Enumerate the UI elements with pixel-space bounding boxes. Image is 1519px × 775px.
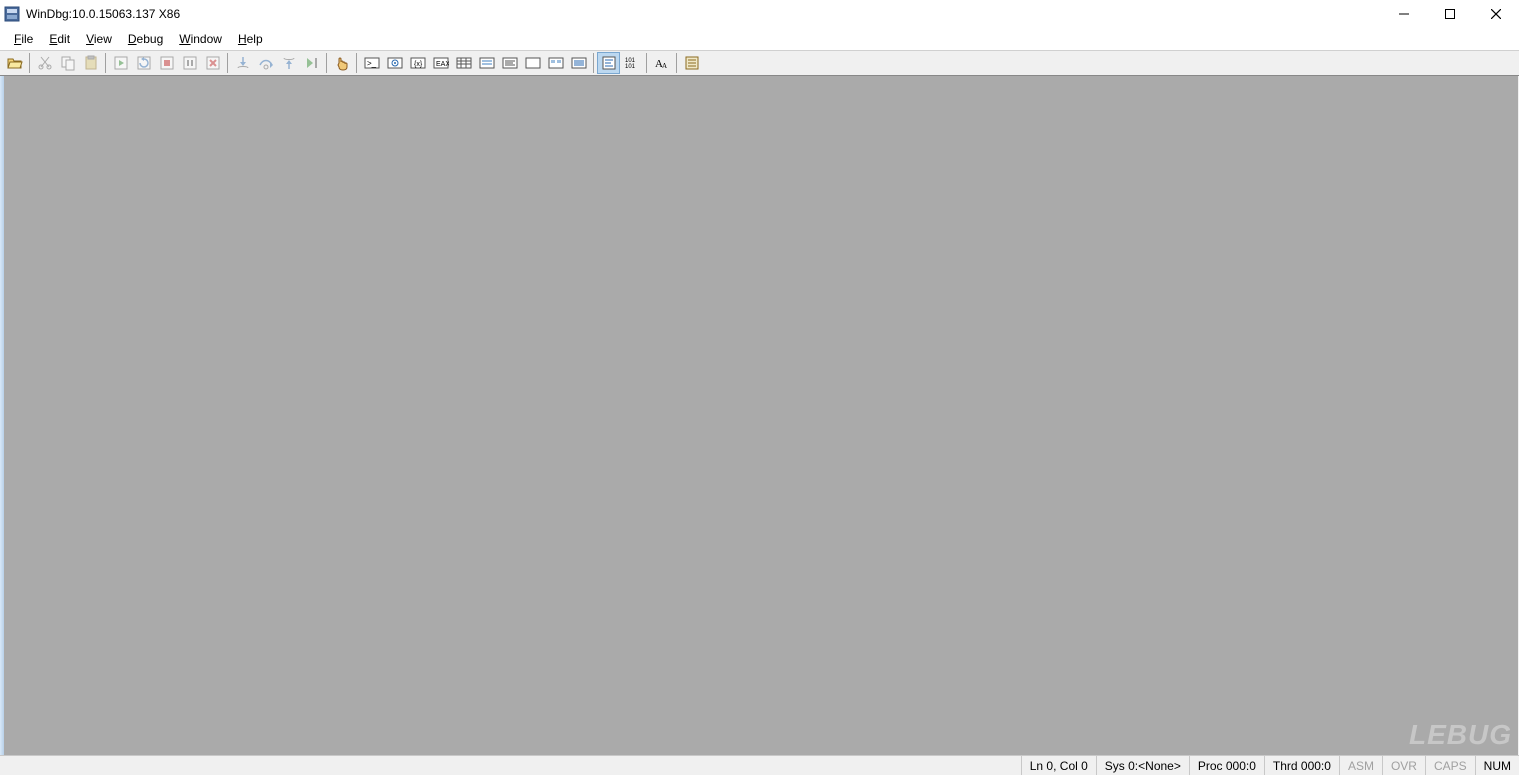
restart-icon	[136, 55, 152, 71]
options-button[interactable]	[680, 52, 703, 74]
cut-button	[33, 52, 56, 74]
step-out-icon	[281, 55, 297, 71]
watermark-text: LEBUG	[1409, 719, 1512, 751]
toolbar-separator	[105, 53, 106, 73]
go-icon	[113, 55, 129, 71]
status-sys[interactable]: Sys 0:<None>	[1096, 756, 1189, 775]
disassembly-window-button[interactable]	[498, 52, 521, 74]
source-mode-button[interactable]	[597, 52, 620, 74]
break-button	[178, 52, 201, 74]
step-out-button	[277, 52, 300, 74]
toolbar-separator	[227, 53, 228, 73]
menu-window[interactable]: Window	[171, 30, 230, 48]
svg-text:EAX: EAX	[436, 61, 449, 68]
open-button[interactable]	[3, 52, 26, 74]
copy-button	[56, 52, 79, 74]
stop-debug-icon	[159, 55, 175, 71]
window-title: WinDbg:10.0.15063.137 X86	[26, 7, 180, 21]
stop-button	[201, 52, 224, 74]
scratchpad-window-button[interactable]	[521, 52, 544, 74]
font-icon: AA	[654, 55, 670, 71]
toolbar-separator	[326, 53, 327, 73]
processes-window-button[interactable]	[544, 52, 567, 74]
binary-mode-icon: 101101	[624, 55, 640, 71]
command-window-button[interactable]: >_	[360, 52, 383, 74]
go-button	[109, 52, 132, 74]
dock-handle-left[interactable]	[0, 76, 4, 755]
menu-debug[interactable]: Debug	[120, 30, 171, 48]
memory-window-icon	[456, 55, 472, 71]
toolbar-separator	[356, 53, 357, 73]
run-to-cursor-button	[300, 52, 323, 74]
font-button[interactable]: AA	[650, 52, 673, 74]
status-ln-col: Ln 0, Col 0	[1021, 756, 1096, 775]
registers-window-button[interactable]: EAX	[429, 52, 452, 74]
step-over-button	[254, 52, 277, 74]
breakpoint-hand-button[interactable]	[330, 52, 353, 74]
step-over-icon	[258, 55, 274, 71]
step-into-button	[231, 52, 254, 74]
close-button[interactable]	[1473, 0, 1519, 28]
disassembly-window-icon	[502, 55, 518, 71]
cut-icon	[37, 55, 53, 71]
registers-window-icon: EAX	[433, 55, 449, 71]
breakpoint-hand-icon	[334, 55, 350, 71]
scratchpad-window-icon	[525, 55, 541, 71]
callstack-window-icon	[479, 55, 495, 71]
svg-text:A: A	[662, 62, 667, 70]
toolbar-separator	[646, 53, 647, 73]
status-proc[interactable]: Proc 000:0	[1189, 756, 1264, 775]
threads-window-button[interactable]	[567, 52, 590, 74]
locals-window-button[interactable]: {x}	[406, 52, 429, 74]
copy-icon	[60, 55, 76, 71]
paste-icon	[83, 55, 99, 71]
run-to-cursor-icon	[304, 55, 320, 71]
threads-window-icon	[571, 55, 587, 71]
open-icon	[7, 55, 23, 71]
status-caps: CAPS	[1425, 756, 1475, 775]
toolbar-separator	[29, 53, 30, 73]
status-bar: Ln 0, Col 0 Sys 0:<None> Proc 000:0 Thrd…	[0, 755, 1519, 775]
svg-text:{x}: {x}	[414, 61, 423, 68]
menu-help[interactable]: Help	[230, 30, 271, 48]
toolbar-separator	[676, 53, 677, 73]
watch-window-button[interactable]	[383, 52, 406, 74]
source-mode-icon	[601, 55, 617, 71]
status-asm: ASM	[1339, 756, 1382, 775]
minimize-button[interactable]	[1381, 0, 1427, 28]
processes-window-icon	[548, 55, 564, 71]
maximize-button[interactable]	[1427, 0, 1473, 28]
break-icon	[182, 55, 198, 71]
restart-button	[132, 52, 155, 74]
toolbar: >_ {x} EAX 101101 AA	[0, 50, 1519, 76]
stop-debug-button	[155, 52, 178, 74]
title-bar: WinDbg:10.0.15063.137 X86	[0, 0, 1519, 28]
locals-window-icon: {x}	[410, 55, 426, 71]
paste-button	[79, 52, 102, 74]
menu-file[interactable]: File	[6, 30, 41, 48]
status-thrd[interactable]: Thrd 000:0	[1264, 756, 1339, 775]
memory-window-button[interactable]	[452, 52, 475, 74]
status-num: NUM	[1475, 756, 1519, 775]
toolbar-separator	[593, 53, 594, 73]
menu-bar: FileEditViewDebugWindowHelp	[0, 28, 1519, 50]
svg-text:>_: >_	[367, 59, 377, 68]
command-window-icon: >_	[364, 55, 380, 71]
svg-text:101: 101	[625, 64, 636, 70]
stop-icon	[205, 55, 221, 71]
step-into-icon	[235, 55, 251, 71]
status-ovr: OVR	[1382, 756, 1425, 775]
options-icon	[684, 55, 700, 71]
watch-window-icon	[387, 55, 403, 71]
menu-view[interactable]: View	[78, 30, 120, 48]
menu-edit[interactable]: Edit	[41, 30, 78, 48]
binary-mode-button[interactable]: 101101	[620, 52, 643, 74]
app-icon	[4, 6, 20, 22]
client-area: LEBUG	[0, 76, 1519, 755]
callstack-window-button[interactable]	[475, 52, 498, 74]
window-controls	[1381, 0, 1519, 28]
